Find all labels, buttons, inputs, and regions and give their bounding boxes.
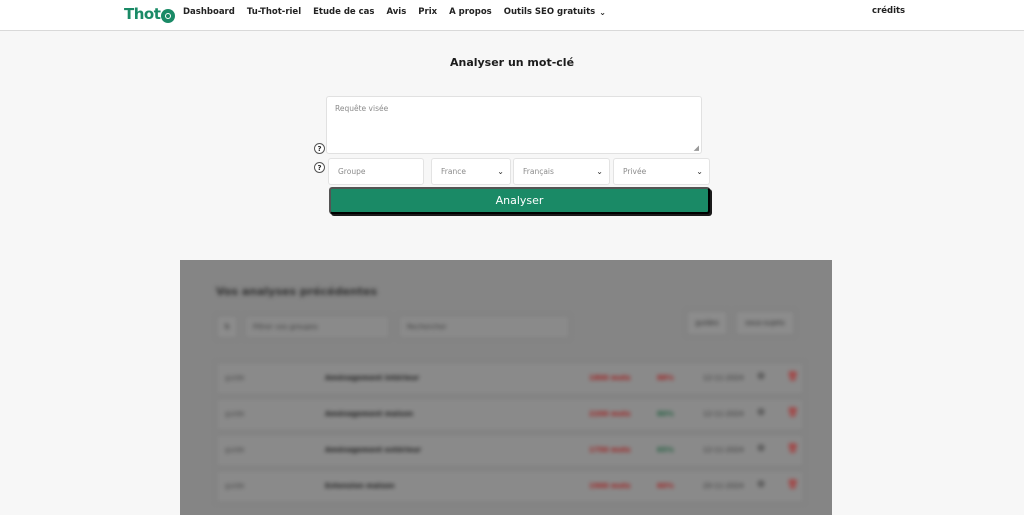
chevron-down-icon: ⌄	[497, 167, 504, 176]
previous-analyses-title: Vos analyses précédentes	[216, 285, 378, 298]
nav-avis[interactable]: Avis	[386, 7, 406, 17]
row-keyword: Aménagement intérieur	[325, 374, 420, 382]
table-row[interactable]: guide Aménagement extérieur 1750 mots 65…	[216, 434, 804, 467]
language-value: Français	[523, 167, 554, 176]
nav-tutoriel[interactable]: Tu-Thot-riel	[247, 7, 301, 17]
language-select[interactable]: Français ⌄	[513, 158, 610, 185]
row-score: 60%	[657, 482, 674, 490]
previous-analyses-panel: Vos analyses précédentes ⇅ Filtrer vos g…	[180, 260, 832, 515]
chevron-down-icon: ⌄	[599, 7, 606, 17]
blurred-content: Vos analyses précédentes ⇅ Filtrer vos g…	[180, 260, 832, 515]
row-score: 65%	[657, 446, 674, 454]
group-input[interactable]: Groupe	[328, 158, 424, 185]
delete-icon[interactable]: 🗑	[787, 372, 798, 382]
row-group: guide	[225, 446, 245, 454]
nav-prix[interactable]: Prix	[418, 7, 437, 17]
row-score: 88%	[657, 374, 674, 382]
settings-icon[interactable]: ⚙	[757, 480, 765, 490]
settings-icon[interactable]: ⚙	[757, 408, 765, 418]
options-help-icon[interactable]: ?	[314, 162, 325, 173]
visibility-select[interactable]: Privée ⌄	[613, 158, 710, 185]
sous-sujets-button[interactable]: sous-sujets	[735, 310, 795, 336]
row-volume: 1800 mots	[589, 374, 631, 382]
country-value: France	[441, 167, 466, 176]
row-volume: 1750 mots	[589, 446, 631, 454]
row-date: 12-11-2024	[703, 374, 744, 382]
row-date: 12-11-2024	[703, 446, 744, 454]
table-row[interactable]: guide Extension maison 1900 mots 60% 20-…	[216, 470, 804, 503]
query-help-icon[interactable]: ?	[314, 143, 325, 154]
nav-a-propos[interactable]: A propos	[449, 7, 492, 17]
country-select[interactable]: France ⌄	[431, 158, 511, 185]
row-keyword: Extension maison	[325, 482, 395, 490]
row-volume: 2200 mots	[589, 410, 631, 418]
filter-placeholder: Filtrer vos groupes	[253, 323, 318, 331]
filter-icon[interactable]: ⇅	[216, 315, 238, 339]
logo-text: Thot	[124, 5, 161, 23]
row-date: 20-11-2024	[703, 482, 744, 490]
row-volume: 1900 mots	[589, 482, 631, 490]
group-placeholder: Groupe	[338, 167, 366, 176]
row-group: guide	[225, 410, 245, 418]
delete-icon[interactable]: 🗑	[787, 480, 798, 490]
main-nav: Dashboard Tu-Thot-riel Etude de cas Avis…	[183, 7, 618, 17]
delete-icon[interactable]: 🗑	[787, 444, 798, 454]
search-analyses-input[interactable]: Rechercher	[398, 315, 570, 339]
group-filter-select[interactable]: Filtrer vos groupes	[244, 315, 390, 339]
delete-icon[interactable]: 🗑	[787, 408, 798, 418]
nav-outils-seo-dropdown[interactable]: Outils SEO gratuits ⌄	[504, 7, 606, 17]
row-group: guide	[225, 482, 245, 490]
visibility-value: Privée	[623, 167, 647, 176]
table-row[interactable]: guide Aménagement maison 2200 mots 80% 1…	[216, 398, 804, 431]
logo-badge-icon	[161, 9, 176, 23]
row-keyword: Aménagement extérieur	[325, 446, 422, 454]
settings-icon[interactable]: ⚙	[757, 372, 765, 382]
thot-logo[interactable]: Thot	[124, 2, 176, 26]
row-date: 12-11-2024	[703, 410, 744, 418]
page-title: Analyser un mot-clé	[449, 56, 575, 69]
row-keyword: Aménagement maison	[325, 410, 414, 418]
settings-icon[interactable]: ⚙	[757, 444, 765, 454]
chevron-down-icon: ⌄	[696, 167, 703, 176]
top-navigation-bar: Thot Dashboard Tu-Thot-riel Etude de cas…	[0, 0, 1024, 31]
query-textarea[interactable]: Requête visée ◢	[326, 96, 702, 154]
guides-button[interactable]: guides	[686, 310, 728, 336]
query-placeholder: Requête visée	[335, 104, 389, 113]
table-row[interactable]: guide Aménagement intérieur 1800 mots 88…	[216, 362, 804, 395]
chevron-down-icon: ⌄	[596, 167, 603, 176]
row-group: guide	[225, 374, 245, 382]
resize-handle-icon[interactable]: ◢	[694, 144, 699, 152]
row-score: 80%	[657, 410, 674, 418]
analyse-button[interactable]: Analyser	[329, 187, 710, 214]
nav-etude-de-cas[interactable]: Etude de cas	[313, 7, 374, 17]
search-placeholder: Rechercher	[407, 323, 447, 331]
credits-label[interactable]: crédits	[872, 6, 905, 16]
nav-dashboard[interactable]: Dashboard	[183, 7, 235, 17]
